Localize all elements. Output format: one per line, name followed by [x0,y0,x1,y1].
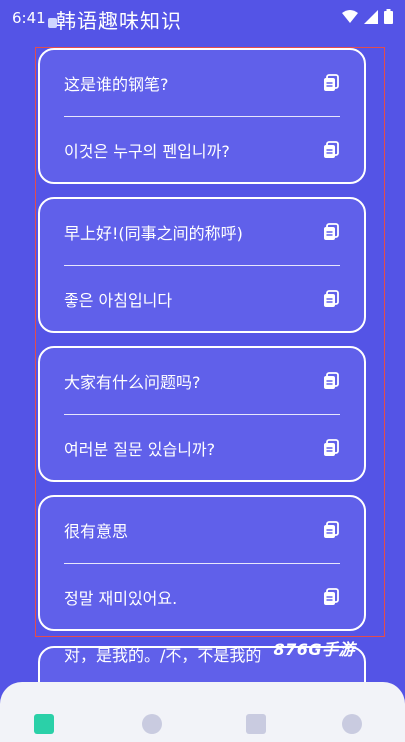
nav-profile-icon[interactable] [342,714,362,734]
copy-icon[interactable] [322,372,340,390]
copy-icon[interactable] [322,141,340,159]
phrase-text: 이것은 누구의 펜입니까? [64,142,230,161]
phrase-row-korean[interactable]: 이것은 누구의 펜입니까? [40,117,364,183]
status-time: 6:41 [12,9,46,27]
status-icons [342,9,393,24]
phrase-text: 大家有什么问题吗? [64,373,201,392]
phrase-row-chinese[interactable]: 这是谁的钢笔? [40,50,364,116]
phrase-row-korean[interactable]: 좋은 아침입니다 [40,266,364,332]
copy-icon[interactable] [322,223,340,241]
phrase-row-chinese[interactable]: 早上好!(同事之间的称呼) [40,199,364,265]
wifi-icon [342,9,358,23]
phrase-row-chinese[interactable]: 很有意思 [40,497,364,563]
phrase-row-korean[interactable]: 여러분 질문 있습니까? [40,415,364,481]
phrase-text: 很有意思 [64,522,129,541]
copy-icon[interactable] [322,521,340,539]
copy-icon[interactable] [322,588,340,606]
phrase-text: 对，是我的。/不，不是我的 [64,646,262,665]
phrase-text: 좋은 아침입니다 [64,291,173,310]
phrase-card: 很有意思 정말 재미있어요. [38,495,366,631]
phrase-list: 这是谁的钢笔? 이것은 누구의 펜입니까? 早上好!(同事之间的称呼) 좋은 아… [38,48,366,644]
nav-book-icon[interactable] [246,714,266,734]
nav-learn-icon[interactable] [142,714,162,734]
app-title: 韩语趣味知识 [56,9,182,33]
phrase-text: 早上好!(同事之间的称呼) [64,224,243,243]
phrase-row-korean[interactable]: 정말 재미있어요. [40,564,364,630]
bottom-sheet[interactable] [0,682,405,742]
cellular-icon [364,9,378,24]
phrase-card: 这是谁的钢笔? 이것은 누구의 펜입니까? [38,48,366,184]
phrase-card: 大家有什么问题吗? 여러분 질문 있습니까? [38,346,366,482]
copy-icon[interactable] [322,74,340,92]
phrase-card: 早上好!(同事之间的称呼) 좋은 아침입니다 [38,197,366,333]
nav-home-icon[interactable] [34,714,54,734]
copy-icon[interactable] [322,439,340,457]
phrase-text: 여러분 질문 있습니까? [64,440,216,459]
phrase-text: 这是谁的钢笔? [64,75,169,94]
phrase-row-chinese[interactable]: 大家有什么问题吗? [40,348,364,414]
battery-icon [384,9,393,24]
phrase-text: 정말 재미있어요. [64,589,178,608]
watermark-logo: 876G手游 [273,640,355,659]
copy-icon[interactable] [322,290,340,308]
